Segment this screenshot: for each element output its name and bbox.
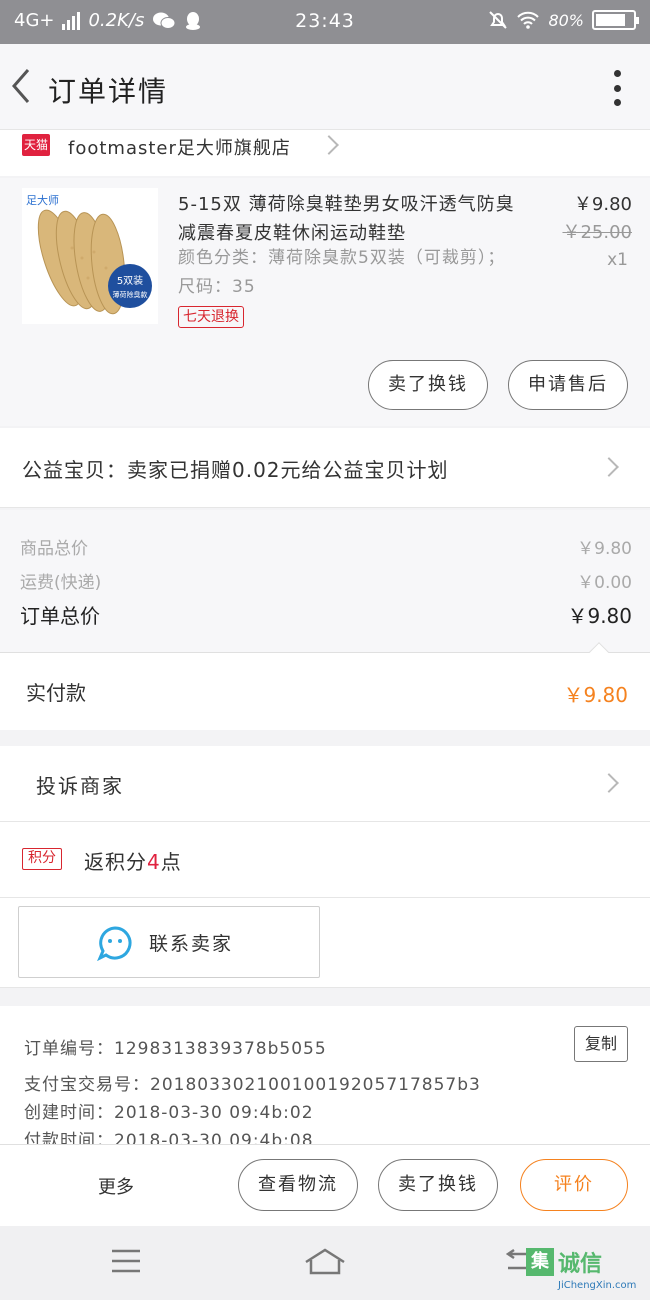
- product-price: ￥9.80: [573, 194, 632, 215]
- shop-row[interactable]: 天猫 footmaster足大师旗舰店: [0, 130, 650, 176]
- points-text: 返积分4点: [84, 846, 182, 875]
- actual-payment-row: 实付款 ￥9.80: [0, 642, 650, 730]
- charity-row[interactable]: 公益宝贝：卖家已捐赠0.02元给公益宝贝计划: [0, 428, 650, 508]
- battery-icon: [592, 10, 639, 30]
- points-prefix: 返积分: [84, 850, 147, 874]
- battery-percent: 80%: [548, 10, 584, 30]
- chevron-right-icon: [599, 773, 619, 793]
- product-sku: 颜色分类：薄荷除臭款5双装（可裁剪）；尺码：35: [178, 248, 506, 297]
- shop-name: footmaster足大师旗舰店: [68, 138, 291, 159]
- contact-seller-label: 联系卖家: [149, 933, 234, 955]
- image-brand-text: 足大师: [26, 193, 59, 207]
- page-title: 订单详情: [48, 75, 169, 108]
- product-thumbnail[interactable]: 足大师 5双装 薄荷除臭款: [22, 188, 158, 324]
- order-info: 订单编号：1298313839378b5055 复制 支付宝交易号：201803…: [0, 1006, 650, 1144]
- apply-after-sale-button[interactable]: 申请售后: [508, 360, 628, 410]
- app-header: 订单详情: [0, 44, 650, 130]
- watermark: 集 诚信 JiChengXin.com: [526, 1246, 644, 1298]
- home-icon[interactable]: [303, 1246, 347, 1276]
- menu-icon[interactable]: [110, 1248, 142, 1274]
- product-quantity: x1: [607, 250, 628, 270]
- watermark-box: 集: [526, 1248, 554, 1276]
- points-row: 积分 返积分4点: [0, 822, 650, 898]
- sell-for-cash-button[interactable]: 卖了换钱: [368, 360, 488, 410]
- order-total-label: 订单总价: [20, 604, 100, 628]
- contact-section: 联系卖家: [0, 898, 650, 988]
- alipay-trade-number: 支付宝交易号：20180330210010019205717857b3: [24, 1075, 481, 1095]
- product-original-price: ￥25.00: [562, 222, 632, 243]
- chevron-right-icon: [319, 135, 339, 155]
- watermark-logo: 集 诚信: [526, 1246, 602, 1278]
- contact-seller-button[interactable]: 联系卖家: [18, 906, 320, 978]
- created-time: 创建时间：2018-03-30 09:4b:02: [24, 1103, 314, 1123]
- product-title: 5-15双 薄荷除臭鞋垫男女吸汗透气防臭减震春夏皮鞋休闲运动鞋垫: [178, 194, 515, 244]
- points-number: 4: [147, 850, 161, 874]
- watermark-text: 诚信: [558, 1252, 603, 1277]
- goods-total-row: 商品总价 ￥9.80: [20, 534, 632, 559]
- complain-seller-row[interactable]: 投诉商家: [0, 746, 650, 822]
- return-policy-tag: 七天退换: [178, 306, 244, 328]
- payment-time: 付款时间：2018-03-30 09:4b:08: [24, 1131, 314, 1144]
- complain-seller-label: 投诉商家: [36, 774, 124, 798]
- order-total-row: 订单总价 ￥9.80: [20, 600, 632, 629]
- image-badge-line1: 5双装: [117, 274, 143, 287]
- goods-total-label: 商品总价: [20, 539, 88, 559]
- actual-payment-label: 实付款: [26, 681, 86, 705]
- actual-payment-value: ￥9.80: [563, 683, 628, 707]
- shipping-label: 运费(快递): [20, 573, 102, 593]
- price-summary: 商品总价 ￥9.80 运费(快递) ￥0.00 订单总价 ￥9.80: [0, 510, 650, 652]
- bottom-action-bar: 更多 查看物流 卖了换钱 评价: [0, 1144, 650, 1226]
- insole-image: 足大师 5双装 薄荷除臭款: [22, 188, 158, 324]
- copy-button[interactable]: 复制: [574, 1026, 628, 1062]
- chevron-right-icon: [599, 457, 619, 477]
- shipping-row: 运费(快递) ￥0.00: [20, 568, 632, 593]
- more-options-icon[interactable]: [612, 70, 622, 106]
- goods-total-value: ￥9.80: [577, 539, 632, 559]
- wifi-icon: [517, 11, 540, 29]
- status-bar: 4G+ 0.2K/s 23:43 80%: [0, 0, 650, 44]
- image-badge-line2: 薄荷除臭款: [113, 290, 148, 299]
- system-nav-bar: 集 诚信 JiChengXin.com: [0, 1226, 650, 1300]
- tmall-badge: 天猫: [22, 134, 50, 156]
- alarm-off-icon: [489, 11, 508, 29]
- points-badge: 积分: [22, 848, 62, 870]
- sell-for-cash-bottom-button[interactable]: 卖了换钱: [378, 1159, 498, 1211]
- charity-text: 公益宝贝：卖家已捐赠0.02元给公益宝贝计划: [22, 458, 449, 482]
- watermark-url: JiChengXin.com: [558, 1280, 637, 1291]
- order-total-value: ￥9.80: [567, 604, 632, 628]
- battery-fill: [596, 14, 625, 26]
- order-number: 订单编号：1298313839378b5055: [24, 1039, 327, 1059]
- review-button[interactable]: 评价: [520, 1159, 628, 1211]
- back-arrow-icon[interactable]: [6, 64, 36, 108]
- chat-face-icon: [97, 926, 132, 961]
- status-right: 80%: [488, 10, 639, 30]
- points-suffix: 点: [160, 850, 182, 874]
- product-item[interactable]: 足大师 5双装 薄荷除臭款 5-15双 薄荷除臭鞋垫男女吸汗透气防臭减震春夏皮鞋…: [0, 178, 650, 426]
- view-logistics-button[interactable]: 查看物流: [238, 1159, 358, 1211]
- shipping-value: ￥0.00: [577, 573, 632, 593]
- more-button[interactable]: 更多: [98, 1173, 134, 1199]
